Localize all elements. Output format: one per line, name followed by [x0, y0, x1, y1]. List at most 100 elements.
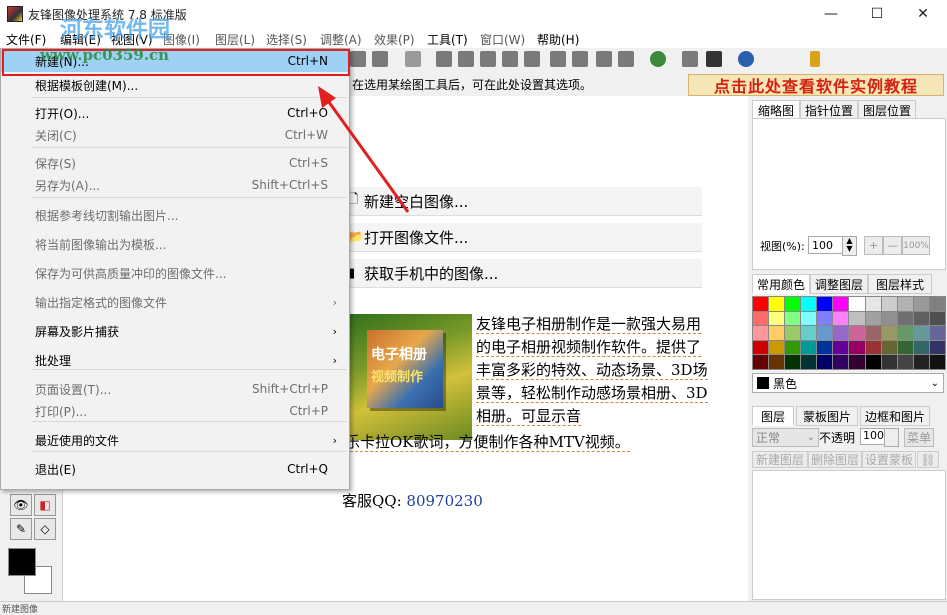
palette-swatch[interactable]: [833, 326, 849, 340]
tool-icon[interactable]: [458, 51, 474, 67]
palette-swatch[interactable]: [881, 297, 897, 311]
palette-swatch[interactable]: [865, 297, 881, 311]
file-menu-item[interactable]: 根据模板创建(M)...: [1, 74, 349, 96]
palette-swatch[interactable]: [881, 311, 897, 326]
palette-swatch[interactable]: [801, 355, 817, 369]
palette-swatch[interactable]: [913, 340, 929, 355]
grid-icon[interactable]: [706, 51, 722, 67]
palette-swatch[interactable]: [769, 355, 785, 369]
palette-swatch[interactable]: [833, 311, 849, 326]
file-menu-item[interactable]: 根据参考线切割输出图片...: [1, 204, 349, 226]
menu-tools[interactable]: 工具(T): [427, 31, 468, 48]
menu-help[interactable]: 帮助(H): [537, 31, 579, 48]
palette-swatch[interactable]: [833, 297, 849, 311]
palette-swatch[interactable]: [897, 340, 913, 355]
tab-mask-image[interactable]: 蒙板图片: [796, 406, 858, 426]
blend-mode-select[interactable]: 正常 ⌄: [752, 428, 819, 447]
undo-icon[interactable]: [405, 51, 421, 67]
palette-swatch[interactable]: [833, 340, 849, 355]
menu-window[interactable]: 窗口(W): [480, 31, 525, 48]
palette-swatch[interactable]: [929, 340, 945, 355]
zoom-stepper[interactable]: ▲ ▼: [842, 236, 857, 256]
maximize-button[interactable]: ☐: [854, 0, 900, 28]
link-icon[interactable]: ⛓: [917, 451, 939, 468]
palette-swatch[interactable]: [897, 297, 913, 311]
globe-icon[interactable]: [650, 51, 666, 67]
opacity-input[interactable]: 100: [860, 428, 886, 445]
palette-swatch[interactable]: [785, 340, 801, 355]
tab-layer-style[interactable]: 图层样式: [868, 274, 932, 294]
palette-swatch[interactable]: [753, 340, 769, 355]
tab-border-image[interactable]: 边框和图片: [860, 406, 930, 426]
file-menu-item[interactable]: 屏幕及影片捕获 ›: [1, 320, 349, 342]
palette-swatch[interactable]: [865, 355, 881, 369]
menu-adjust[interactable]: 调整(A): [320, 31, 362, 48]
tool-icon[interactable]: [372, 51, 388, 67]
palette-swatch[interactable]: [801, 311, 817, 326]
palette-swatch[interactable]: [817, 311, 833, 326]
palette-swatch[interactable]: [929, 297, 945, 311]
tool-icon[interactable]: [682, 51, 698, 67]
palette-swatch[interactable]: [833, 355, 849, 369]
menu-effects[interactable]: 效果(P): [374, 31, 415, 48]
palette-swatch[interactable]: [913, 355, 929, 369]
palette-swatch[interactable]: [897, 355, 913, 369]
color-select[interactable]: 黑色 ⌄: [752, 373, 944, 393]
opacity-stepper[interactable]: [884, 428, 899, 447]
frame-icon[interactable]: ◧: [34, 494, 56, 516]
promo-description-tail[interactable]: 乐卡拉OK歌词，方便制作各种MTV视频。: [345, 431, 675, 452]
file-menu-item[interactable]: 打印(P)... Ctrl+P: [1, 400, 349, 422]
tool-icon[interactable]: [618, 51, 634, 67]
palette-swatch[interactable]: [881, 326, 897, 340]
palette-swatch[interactable]: [849, 297, 865, 311]
palette-swatch[interactable]: [801, 297, 817, 311]
file-menu-item[interactable]: 最近使用的文件 ›: [1, 429, 349, 451]
color-palette[interactable]: [752, 296, 946, 370]
tool-icon[interactable]: [596, 51, 612, 67]
tab-thumbnail[interactable]: 缩略图: [752, 100, 800, 120]
tool-icon[interactable]: [572, 51, 588, 67]
tab-adjust-layer[interactable]: 调整图层: [810, 274, 868, 294]
palette-swatch[interactable]: [817, 355, 833, 369]
palette-swatch[interactable]: [801, 340, 817, 355]
palette-swatch[interactable]: [785, 311, 801, 326]
file-menu-item[interactable]: 关闭(C) Ctrl+W: [1, 124, 349, 146]
palette-swatch[interactable]: [753, 355, 769, 369]
tutorial-banner[interactable]: 点击此处查看软件实例教程: [688, 74, 944, 96]
palette-swatch[interactable]: [881, 355, 897, 369]
palette-swatch[interactable]: [753, 326, 769, 340]
palette-swatch[interactable]: [753, 297, 769, 311]
palette-swatch[interactable]: [929, 326, 945, 340]
palette-swatch[interactable]: [769, 311, 785, 326]
eraser-icon[interactable]: ◇: [34, 518, 56, 540]
tool-icon[interactable]: [524, 51, 540, 67]
file-menu-item[interactable]: 输出指定格式的图像文件 ›: [1, 291, 349, 313]
tool-icon[interactable]: [550, 51, 566, 67]
phone-icon[interactable]: [810, 51, 820, 67]
palette-swatch[interactable]: [817, 297, 833, 311]
palette-swatch[interactable]: [913, 297, 929, 311]
phone-image-link[interactable]: ▮ 获取手机中的图像...: [348, 259, 702, 288]
close-button[interactable]: ✕: [900, 0, 946, 28]
palette-swatch[interactable]: [897, 311, 913, 326]
file-menu-item[interactable]: 页面设置(T)... Shift+Ctrl+P: [1, 378, 349, 400]
palette-swatch[interactable]: [865, 311, 881, 326]
palette-swatch[interactable]: [849, 355, 865, 369]
layer-menu-button[interactable]: 菜单: [904, 428, 934, 447]
palette-swatch[interactable]: [913, 311, 929, 326]
file-menu-item[interactable]: 批处理 ›: [1, 349, 349, 371]
layer-list[interactable]: [752, 470, 946, 600]
qq-number[interactable]: 80970230: [406, 492, 482, 510]
tool-icon[interactable]: [350, 51, 366, 67]
palette-swatch[interactable]: [785, 297, 801, 311]
open-image-link[interactable]: 📂 打开图像文件...: [348, 223, 702, 252]
palette-swatch[interactable]: [769, 297, 785, 311]
minimize-button[interactable]: —: [808, 0, 854, 28]
palette-swatch[interactable]: [817, 340, 833, 355]
new-layer-button[interactable]: 新建图层: [752, 451, 808, 468]
file-menu-item[interactable]: 退出(E) Ctrl+Q: [1, 458, 349, 480]
palette-swatch[interactable]: [817, 326, 833, 340]
zoom-in-button[interactable]: +: [864, 236, 883, 255]
set-mask-button[interactable]: 设置蒙板: [862, 451, 916, 468]
file-menu-item[interactable]: 保存为可供高质量冲印的图像文件...: [1, 262, 349, 284]
